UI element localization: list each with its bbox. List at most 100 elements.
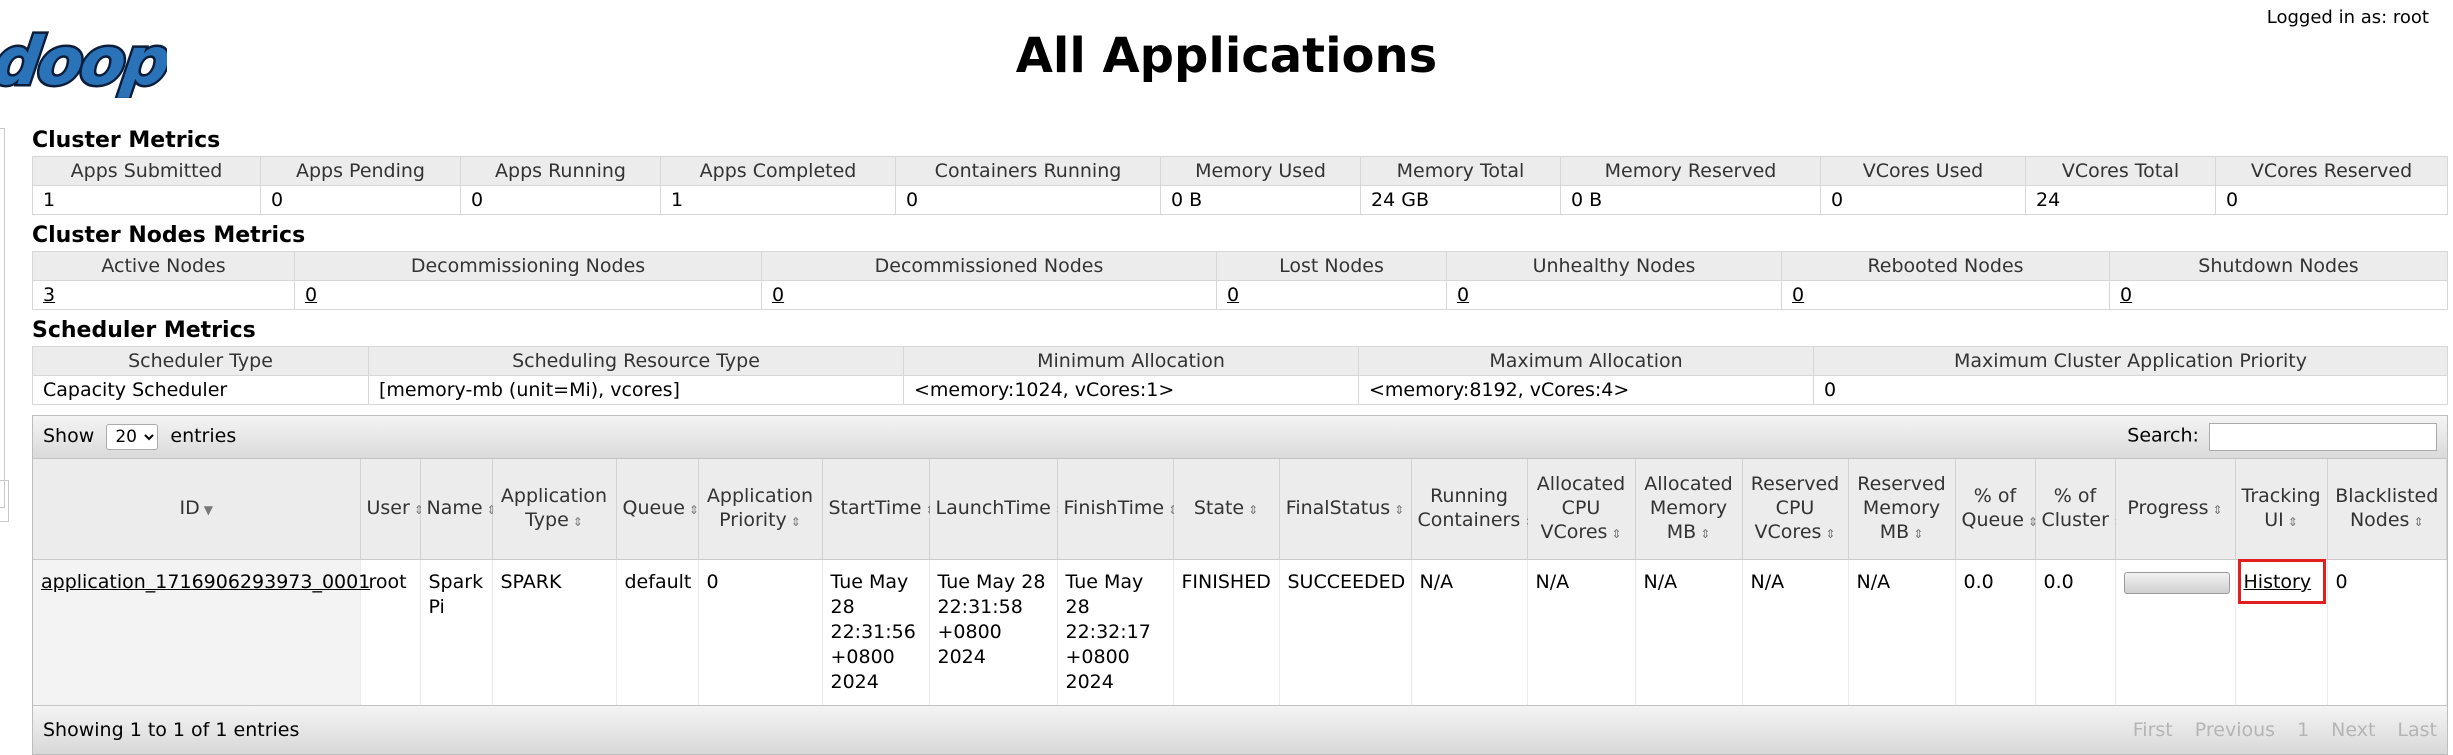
sidebar-collapsed[interactable] [0,128,5,508]
length-control: Show 20 entries [43,424,236,450]
header-memory-used: Memory Used [1160,156,1361,186]
pagination-next-button[interactable]: Next [2331,719,2375,741]
lost-nodes-link[interactable]: 0 [1227,284,1239,306]
entries-per-page-select[interactable]: 20 [106,424,159,450]
col-start-time-label: StartTime [828,497,922,519]
col-launch-time[interactable]: LaunchTime⇕ [929,459,1065,560]
col-pct-cluster[interactable]: % of Cluster⇕ [2035,459,2123,560]
containers-running-value: 0 [895,185,1161,215]
nodes-metrics-table: Active Nodes Decommissioning Nodes Decom… [32,251,2448,310]
col-application-priority[interactable]: Application Priority ⇕ [698,459,823,560]
pagination-last-button[interactable]: Last [2397,719,2437,741]
memory-used-value: 0 B [1160,185,1361,215]
progress-cell [2115,559,2236,705]
scheduler-metrics: Scheduler Metrics Scheduler Type Schedul… [32,316,2448,405]
allocated-memory-cell: N/A [1635,559,1743,705]
col-state[interactable]: State ⇕ [1173,459,1280,560]
col-user-label: User [366,497,410,519]
header-vcores-reserved: VCores Reserved [2215,156,2448,186]
col-queue-label: Queue [622,497,685,519]
memory-reserved-value: 0 B [1560,185,1821,215]
header-max-cluster-app-priority: Maximum Cluster Application Priority [1813,346,2448,376]
col-user[interactable]: User ⇕ [360,459,424,560]
vcores-total-value: 24 [2025,185,2216,215]
col-pct-queue[interactable]: % of Queue ⇕ [1955,459,2038,560]
col-running-containers[interactable]: Running Containers⇕ [1411,459,1534,560]
search-input[interactable] [2209,423,2437,451]
pct-cluster-cell: 0.0 [2035,559,2116,705]
col-allocated-memory-label: Allocated Memory MB [1644,473,1733,543]
queue-cell: default [616,559,699,705]
header-apps-submitted: Apps Submitted [32,156,261,186]
applications-table: ID▼ User⇕ Name⇕ Application Type⇕ Queue⇕… [33,459,2447,705]
col-id-label: ID [179,497,200,519]
applications-table-wrapper: Show 20 entries Search: ID ▼ User ⇕ Name… [32,415,2448,755]
col-reserved-cpu[interactable]: Reserved CPU VCores ⇕ [1742,459,1849,560]
decommissioned-nodes-link[interactable]: 0 [772,284,784,306]
col-id[interactable]: ID ▼ [33,459,361,560]
decommissioning-nodes-link[interactable]: 0 [305,284,317,306]
vcores-used-value: 0 [1820,185,2026,215]
sort-icon: ⇕ [2212,503,2223,517]
memory-total-value: 24 GB [1360,185,1561,215]
col-allocated-memory[interactable]: Allocated Memory MB ⇕ [1635,459,1743,560]
table-info: Showing 1 to 1 of 1 entries [43,719,300,741]
col-reserved-memory-label: Reserved Memory MB [1857,473,1946,543]
shutdown-nodes-link[interactable]: 0 [2120,284,2132,306]
col-queue[interactable]: Queue ⇕ [616,459,699,560]
col-application-type[interactable]: Application Type ⇕ [492,459,617,560]
col-tracking-ui[interactable]: Tracking UI ⇕ [2235,459,2328,560]
header-unhealthy-nodes: Unhealthy Nodes [1446,251,1782,281]
header-lost-nodes: Lost Nodes [1216,251,1447,281]
search-label: Search: [2127,424,2199,447]
pagination-previous-button[interactable]: Previous [2195,719,2275,741]
page-title: All Applications [1015,28,1438,84]
apps-pending-value: 0 [260,185,461,215]
header-maximum-allocation: Maximum Allocation [1358,346,1814,376]
header-scheduler-type: Scheduler Type [32,346,369,376]
header-decommissioning-nodes: Decommissioning Nodes [294,251,762,281]
col-progress[interactable]: Progress ⇕ [2115,459,2236,560]
unhealthy-nodes-link[interactable]: 0 [1457,284,1469,306]
blacklisted-nodes-cell: 0 [2327,559,2447,705]
pagination-first-button[interactable]: First [2133,719,2173,741]
header-memory-total: Memory Total [1360,156,1561,186]
minimum-allocation-value: <memory:1024, vCores:1> [903,375,1359,405]
reserved-memory-cell: N/A [1848,559,1956,705]
apps-running-value: 0 [460,185,661,215]
maximum-allocation-value: <memory:8192, vCores:4> [1358,375,1814,405]
finish-time-cell: Tue May 28 22:32:17 +0800 2024 [1057,559,1174,705]
col-tracking-ui-label: Tracking UI [2241,485,2321,531]
sort-icon: ⇕ [790,515,801,529]
running-containers-cell: N/A [1411,559,1528,705]
col-launch-time-label: LaunchTime [935,497,1051,519]
sort-icon: ⇕ [2287,515,2298,529]
col-pct-queue-label: % of Queue [1961,485,2024,531]
sidebar-collapsed-tab[interactable] [0,480,9,522]
reserved-cpu-cell: N/A [1742,559,1849,705]
rebooted-nodes-link[interactable]: 0 [1792,284,1804,306]
col-name[interactable]: Name⇕ [420,459,497,560]
col-reserved-memory[interactable]: Reserved Memory MB ⇕ [1848,459,1956,560]
col-final-status-label: FinalStatus [1285,497,1391,519]
pagination: First Previous 1 Next Last [2133,719,2437,741]
active-nodes-link[interactable]: 3 [43,284,55,306]
cluster-metrics-header-row: Apps Submitted Apps Pending Apps Running… [32,156,2448,186]
pagination-page-1[interactable]: 1 [2297,719,2309,741]
application-id-link[interactable]: application_1716906293973_0001 [41,571,370,593]
header-active-nodes: Active Nodes [32,251,295,281]
nodes-metrics-title: Cluster Nodes Metrics [32,223,306,248]
col-blacklisted-nodes[interactable]: Blacklisted Nodes ⇕ [2327,459,2447,560]
col-final-status[interactable]: FinalStatus ⇕ [1279,459,1412,560]
show-label: Show [43,425,95,447]
sort-icon: ⇕ [1248,503,1259,517]
cluster-metrics: Cluster Metrics Apps Submitted Apps Pend… [32,126,2448,215]
header-containers-running: Containers Running [895,156,1161,186]
col-progress-label: Progress [2127,497,2209,519]
cluster-metrics-value-row: 1 0 0 1 0 0 B 24 GB 0 B 0 24 0 [32,185,2448,215]
col-finish-time[interactable]: FinishTime⇕ [1057,459,1178,560]
col-allocated-cpu[interactable]: Allocated CPU VCores ⇕ [1527,459,1636,560]
sort-desc-icon: ▼ [203,503,213,517]
history-link[interactable]: History [2244,571,2312,593]
col-start-time[interactable]: StartTime⇕ [822,459,935,560]
